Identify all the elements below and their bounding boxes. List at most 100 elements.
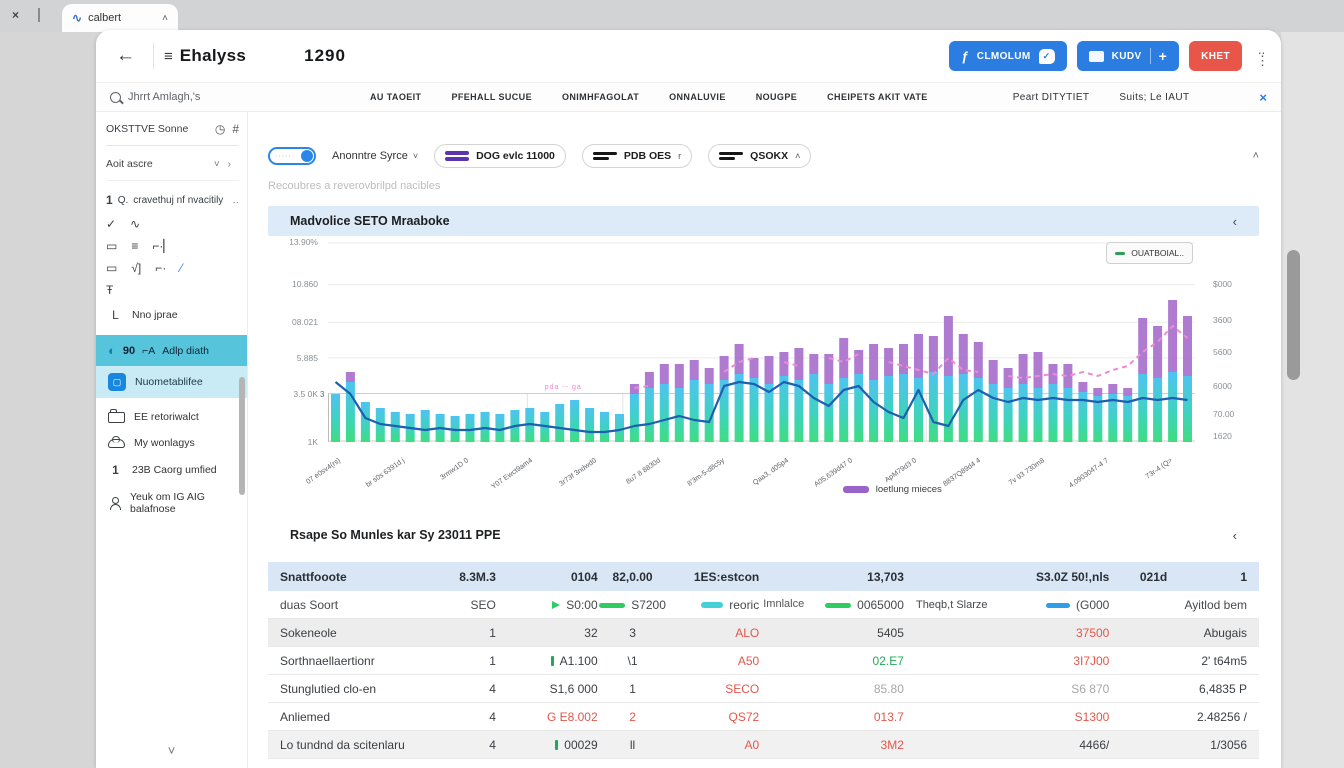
more-dots-icon[interactable]: ‥: [232, 195, 239, 206]
cell-value: 3: [629, 626, 636, 640]
nav-item[interactable]: AU TAOEIT: [370, 92, 421, 102]
square-icon[interactable]: ▭: [106, 261, 117, 275]
donut-icon: ◐: [108, 343, 116, 358]
collapse-left-icon[interactable]: ‹: [1233, 528, 1237, 543]
browser-tab[interactable]: ∿ calbert ˄: [62, 4, 178, 32]
chevron-right-icon[interactable]: ›: [228, 159, 231, 170]
nav-item[interactable]: NOUGPE: [756, 92, 797, 102]
nav-item[interactable]: ONIMHFAGOLAT: [562, 92, 639, 102]
tab-caret-icon[interactable]: ˄: [162, 13, 168, 24]
sidebar-item-label: 23B Caorg umfied: [132, 464, 217, 476]
primary-action-button[interactable]: ƒ CLMOLUM ✓: [949, 41, 1067, 71]
sidebar-item-active[interactable]: ◐ 90 ⌐A Adlp diath: [96, 335, 247, 366]
y-tick-right: 5600: [1213, 347, 1232, 357]
cell-value: S3.0Z 50!,nls: [1036, 570, 1109, 584]
collapse-up-icon[interactable]: ˄: [1253, 150, 1259, 162]
lines-icon[interactable]: ≡: [131, 239, 138, 253]
back-arrow-icon[interactable]: ←: [108, 45, 143, 67]
button-divider: [1150, 48, 1151, 64]
chart-legend-dropdown[interactable]: OUATBOIAL..: [1106, 242, 1193, 264]
sidebar-query-row[interactable]: 1 Q. cravethuj nf nvacitily ‥: [106, 181, 239, 213]
check-icon[interactable]: ✓: [106, 217, 116, 231]
cell-value: 4: [489, 710, 496, 724]
danger-action-button[interactable]: KHET: [1189, 41, 1242, 71]
cell-value: S0:00: [566, 598, 597, 612]
table-cell: 5405: [759, 626, 904, 640]
cell-value: Sokeneole: [280, 626, 337, 640]
tick-green-icon: [551, 656, 554, 666]
folder-icon: [1089, 51, 1104, 62]
overflow-menu[interactable]: ‥ ⋮: [1256, 47, 1269, 65]
bar-green-icon: [825, 603, 851, 608]
table-cell: S3.0Z 50!,nls: [1000, 570, 1110, 584]
sidebar-item[interactable]: My wonlagys: [106, 430, 239, 456]
table-row[interactable]: Snattfooote8.3M.3010482,0.001ES:estcon13…: [268, 562, 1259, 591]
table-row[interactable]: Stunglutied clo-en4S1,6 0001SECO85.80S6 …: [268, 675, 1259, 703]
cell-value: Snattfooote: [280, 570, 347, 584]
toggle-knob: [301, 150, 313, 162]
page-scrollbar-thumb[interactable]: [1287, 250, 1300, 380]
grid-icon[interactable]: #: [232, 122, 239, 136]
hook-icon[interactable]: Ŧ: [106, 283, 113, 297]
sidebar-item[interactable]: 123B Caorg umfied: [106, 456, 239, 484]
filter-chip-qsokx[interactable]: QSOKX ˄: [708, 144, 811, 168]
sidebar-scrollbar-thumb[interactable]: [239, 377, 245, 495]
person-icon: [108, 497, 121, 510]
nav-close-icon[interactable]: ×: [1259, 90, 1267, 105]
table-row[interactable]: Anliemed4G E8.0022QS72013.7S13002.48256 …: [268, 703, 1259, 731]
search-input[interactable]: Jhrrt Amlagh,'s: [110, 91, 340, 103]
sidebar-expand-icon[interactable]: ˅: [168, 743, 176, 758]
sidebar-select[interactable]: Aoit ascre ˅ ›: [106, 146, 239, 181]
active-secondary-label: Nuometablifee: [135, 376, 203, 388]
cell-value: A0: [745, 738, 760, 752]
filter-chip-purple[interactable]: DOG evlc 11000: [434, 144, 566, 168]
nav-items: AU TAOEIT PFEHALL SUCUE ONIMHFAGOLAT ONNALU…: [370, 92, 1190, 103]
plus-icon[interactable]: +: [1159, 48, 1168, 64]
window-close-icon[interactable]: ×: [12, 8, 19, 22]
filter-chip-lines[interactable]: PDB OES r: [582, 144, 692, 168]
check-bracket-icon[interactable]: √]: [131, 261, 141, 275]
table-cell: QS72: [667, 710, 759, 724]
sidebar-item[interactable]: Yeuk om IG AIG balafnose: [106, 484, 239, 522]
chart-section-header[interactable]: Madvolice SETO Mraaboke ‹: [268, 206, 1259, 236]
table-cell: 1/3056: [1167, 738, 1247, 752]
bracket-cursor-icon[interactable]: ⌐·▏: [152, 239, 172, 253]
table-cell: S0:00: [506, 598, 598, 612]
table-row[interactable]: Sokeneole1323ALO540537500Abugais: [268, 619, 1259, 647]
x-tick-label: 7v 93 730m8: [980, 456, 1046, 506]
rect-icon[interactable]: ▭: [106, 239, 117, 253]
chart-plot: 3 pda -- ga: [328, 242, 1195, 442]
nav-item[interactable]: Suits; Le IAUT: [1119, 92, 1189, 103]
pen-icon[interactable]: ⁄: [180, 261, 182, 275]
table-row[interactable]: Sorthnaellaertionr1A1.100\1A5002.E73I7J0…: [268, 647, 1259, 675]
sidebar-item[interactable]: EE retoriwalct: [106, 404, 239, 430]
wave-icon[interactable]: ∿: [130, 217, 140, 231]
secondary-action-button[interactable]: KUDV +: [1077, 41, 1180, 71]
cell-value: 2' t64m5: [1201, 654, 1247, 668]
table-row[interactable]: duas SoortSEOS0:00S7200reoricImnlalce006…: [268, 591, 1259, 619]
table-section-header[interactable]: Rsape So Munles kar Sy 23011 PPE ‹: [268, 520, 1259, 550]
nav-item[interactable]: CHEIPETS AKIT VATE: [827, 92, 928, 102]
view-toggle[interactable]: ·····: [268, 147, 316, 165]
cell-value: 85.80: [874, 682, 904, 696]
sidebar: OKSTTVE Sonne ◷ # Aoit ascre ˅ › 1 Q. cr…: [96, 112, 248, 768]
sidebar-item-pages[interactable]: L Nno jprae: [106, 301, 239, 329]
cell-value: 82,0.00: [613, 570, 653, 584]
nav-item[interactable]: ONNALUVIE: [669, 92, 726, 102]
bracket-e-icon[interactable]: ⌐·: [155, 261, 166, 275]
cell-value: 1: [489, 626, 496, 640]
table-cell: 82,0.00: [598, 570, 668, 584]
app-tile-icon: ▢: [108, 373, 126, 391]
x-axis-labels: 07 e0sv4(rs)br s0s 6391d j3rmw1D 0Y07 Ew…: [328, 446, 1195, 486]
table-cell: Lo tundnd da scitenlaru: [280, 738, 448, 752]
collapse-left-icon[interactable]: ‹: [1233, 214, 1237, 229]
sidebar-item-active-secondary[interactable]: ▢ Nuometablifee: [96, 366, 247, 398]
clock-icon[interactable]: ◷: [215, 122, 225, 136]
cell-value: A1.100: [560, 654, 598, 668]
nav-item[interactable]: Peart DITYTIET: [1013, 92, 1090, 103]
source-dropdown[interactable]: Anonntre Syrce ˅: [332, 150, 418, 162]
cell-value: 4: [489, 738, 496, 752]
nav-item[interactable]: PFEHALL SUCUE: [451, 92, 532, 102]
menu-lines-icon[interactable]: ≡: [164, 48, 173, 65]
table-row[interactable]: Lo tundnd da scitenlaru400029llA03M24466…: [268, 731, 1259, 759]
